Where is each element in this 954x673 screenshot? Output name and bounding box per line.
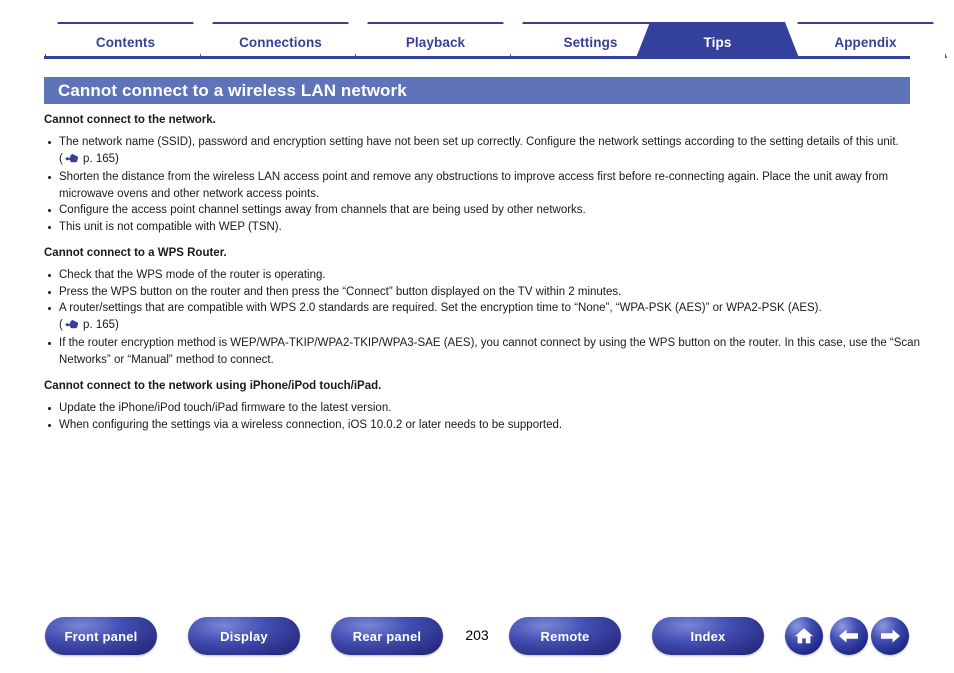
section-cannot-connect-wps-router: Cannot connect to a WPS Router. Check th…	[44, 246, 924, 368]
button-label: Rear panel	[352, 628, 422, 644]
forward-arrow-icon	[878, 627, 902, 645]
tab-label: Appendix	[834, 34, 897, 50]
list-item: Press the WPS button on the router and t…	[44, 284, 924, 301]
button-label: Display	[220, 628, 268, 644]
tab-label: Settings	[563, 34, 618, 50]
back-button[interactable]	[830, 617, 868, 655]
tab-appendix[interactable]: Appendix	[784, 22, 947, 58]
bullet-list: The network name (SSID), password and en…	[44, 134, 924, 235]
list-item-text: Press the WPS button on the router and t…	[59, 285, 622, 298]
tab-label: Connections	[239, 34, 322, 50]
list-item-text: Configure the access point channel setti…	[59, 204, 586, 216]
bullet-list: Update the iPhone/iPod touch/iPad firmwa…	[44, 400, 924, 433]
bullet-list: Check that the WPS mode of the router is…	[44, 267, 924, 368]
back-arrow-icon	[837, 627, 861, 645]
section-heading: Cannot connect to a WPS Router.	[44, 247, 227, 259]
content-body: Cannot connect to the network. The netwo…	[44, 113, 924, 444]
tab-contents[interactable]: Contents	[44, 22, 207, 58]
list-item: The network name (SSID), password and en…	[44, 134, 924, 169]
list-item-text: If the router encryption method is WEP/W…	[59, 337, 920, 366]
button-label: Remote	[540, 628, 590, 644]
list-item: Check that the WPS mode of the router is…	[44, 267, 924, 284]
list-item: This unit is not compatible with WEP (TS…	[44, 219, 924, 236]
section-heading: Cannot connect to the network using iPho…	[44, 380, 382, 392]
section-cannot-connect-iphone: Cannot connect to the network using iPho…	[44, 379, 924, 433]
forward-button[interactable]	[871, 617, 909, 655]
list-item: Configure the access point channel setti…	[44, 202, 924, 219]
list-item-text: When configuring the settings via a wire…	[59, 418, 563, 431]
pointing-hand-icon	[64, 319, 79, 336]
list-item-text: Shorten the distance from the wireless L…	[59, 171, 889, 200]
list-item-text: Check that the WPS mode of the router is…	[59, 269, 326, 281]
tab-tips[interactable]: Tips	[636, 22, 799, 58]
tabs-row: Contents Connections Playback Settings T…	[44, 22, 910, 58]
front-panel-button[interactable]: Front panel	[45, 617, 157, 655]
index-button[interactable]: Index	[652, 617, 764, 655]
button-label: Index	[690, 628, 726, 644]
tab-label: Tips	[703, 34, 732, 50]
list-item-text: This unit is not compatible with WEP (TS…	[59, 220, 282, 233]
list-item: Shorten the distance from the wireless L…	[44, 169, 924, 202]
tab-connections[interactable]: Connections	[199, 22, 362, 58]
section-heading: Cannot connect to the network.	[44, 114, 216, 126]
tab-label: Playback	[405, 34, 466, 50]
button-label: Front panel	[64, 628, 138, 644]
list-item-text: Update the iPhone/iPod touch/iPad firmwa…	[59, 402, 392, 414]
display-button[interactable]: Display	[188, 617, 300, 655]
page-reference[interactable]: ( p. 165)	[59, 153, 119, 165]
tab-label: Contents	[95, 34, 156, 50]
list-item-text: The network name (SSID), password and en…	[59, 136, 899, 148]
rear-panel-button[interactable]: Rear panel	[331, 617, 443, 655]
list-item-text: A router/settings that are compatible wi…	[59, 302, 822, 314]
section-cannot-connect-network: Cannot connect to the network. The netwo…	[44, 113, 924, 235]
page-number: 203	[465, 627, 489, 643]
page-title: Cannot connect to a wireless LAN network	[58, 80, 407, 100]
tab-bar: Contents Connections Playback Settings T…	[0, 0, 954, 62]
pointing-hand-icon	[64, 153, 79, 170]
page-reference[interactable]: ( p. 165)	[59, 319, 119, 331]
home-icon	[793, 626, 815, 646]
bottom-navigation: Front panel Display Rear panel 203 Remot…	[0, 617, 954, 657]
list-item: When configuring the settings via a wire…	[44, 417, 924, 434]
page-reference-text: p. 165	[83, 318, 116, 331]
home-button[interactable]	[785, 617, 823, 655]
list-item: A router/settings that are compatible wi…	[44, 300, 924, 335]
tab-playback[interactable]: Playback	[354, 22, 517, 58]
page-title-bar: Cannot connect to a wireless LAN network	[44, 77, 910, 104]
remote-button[interactable]: Remote	[509, 617, 621, 655]
list-item: If the router encryption method is WEP/W…	[44, 335, 924, 368]
page-reference-text: p. 165	[83, 152, 116, 165]
list-item: Update the iPhone/iPod touch/iPad firmwa…	[44, 400, 924, 417]
